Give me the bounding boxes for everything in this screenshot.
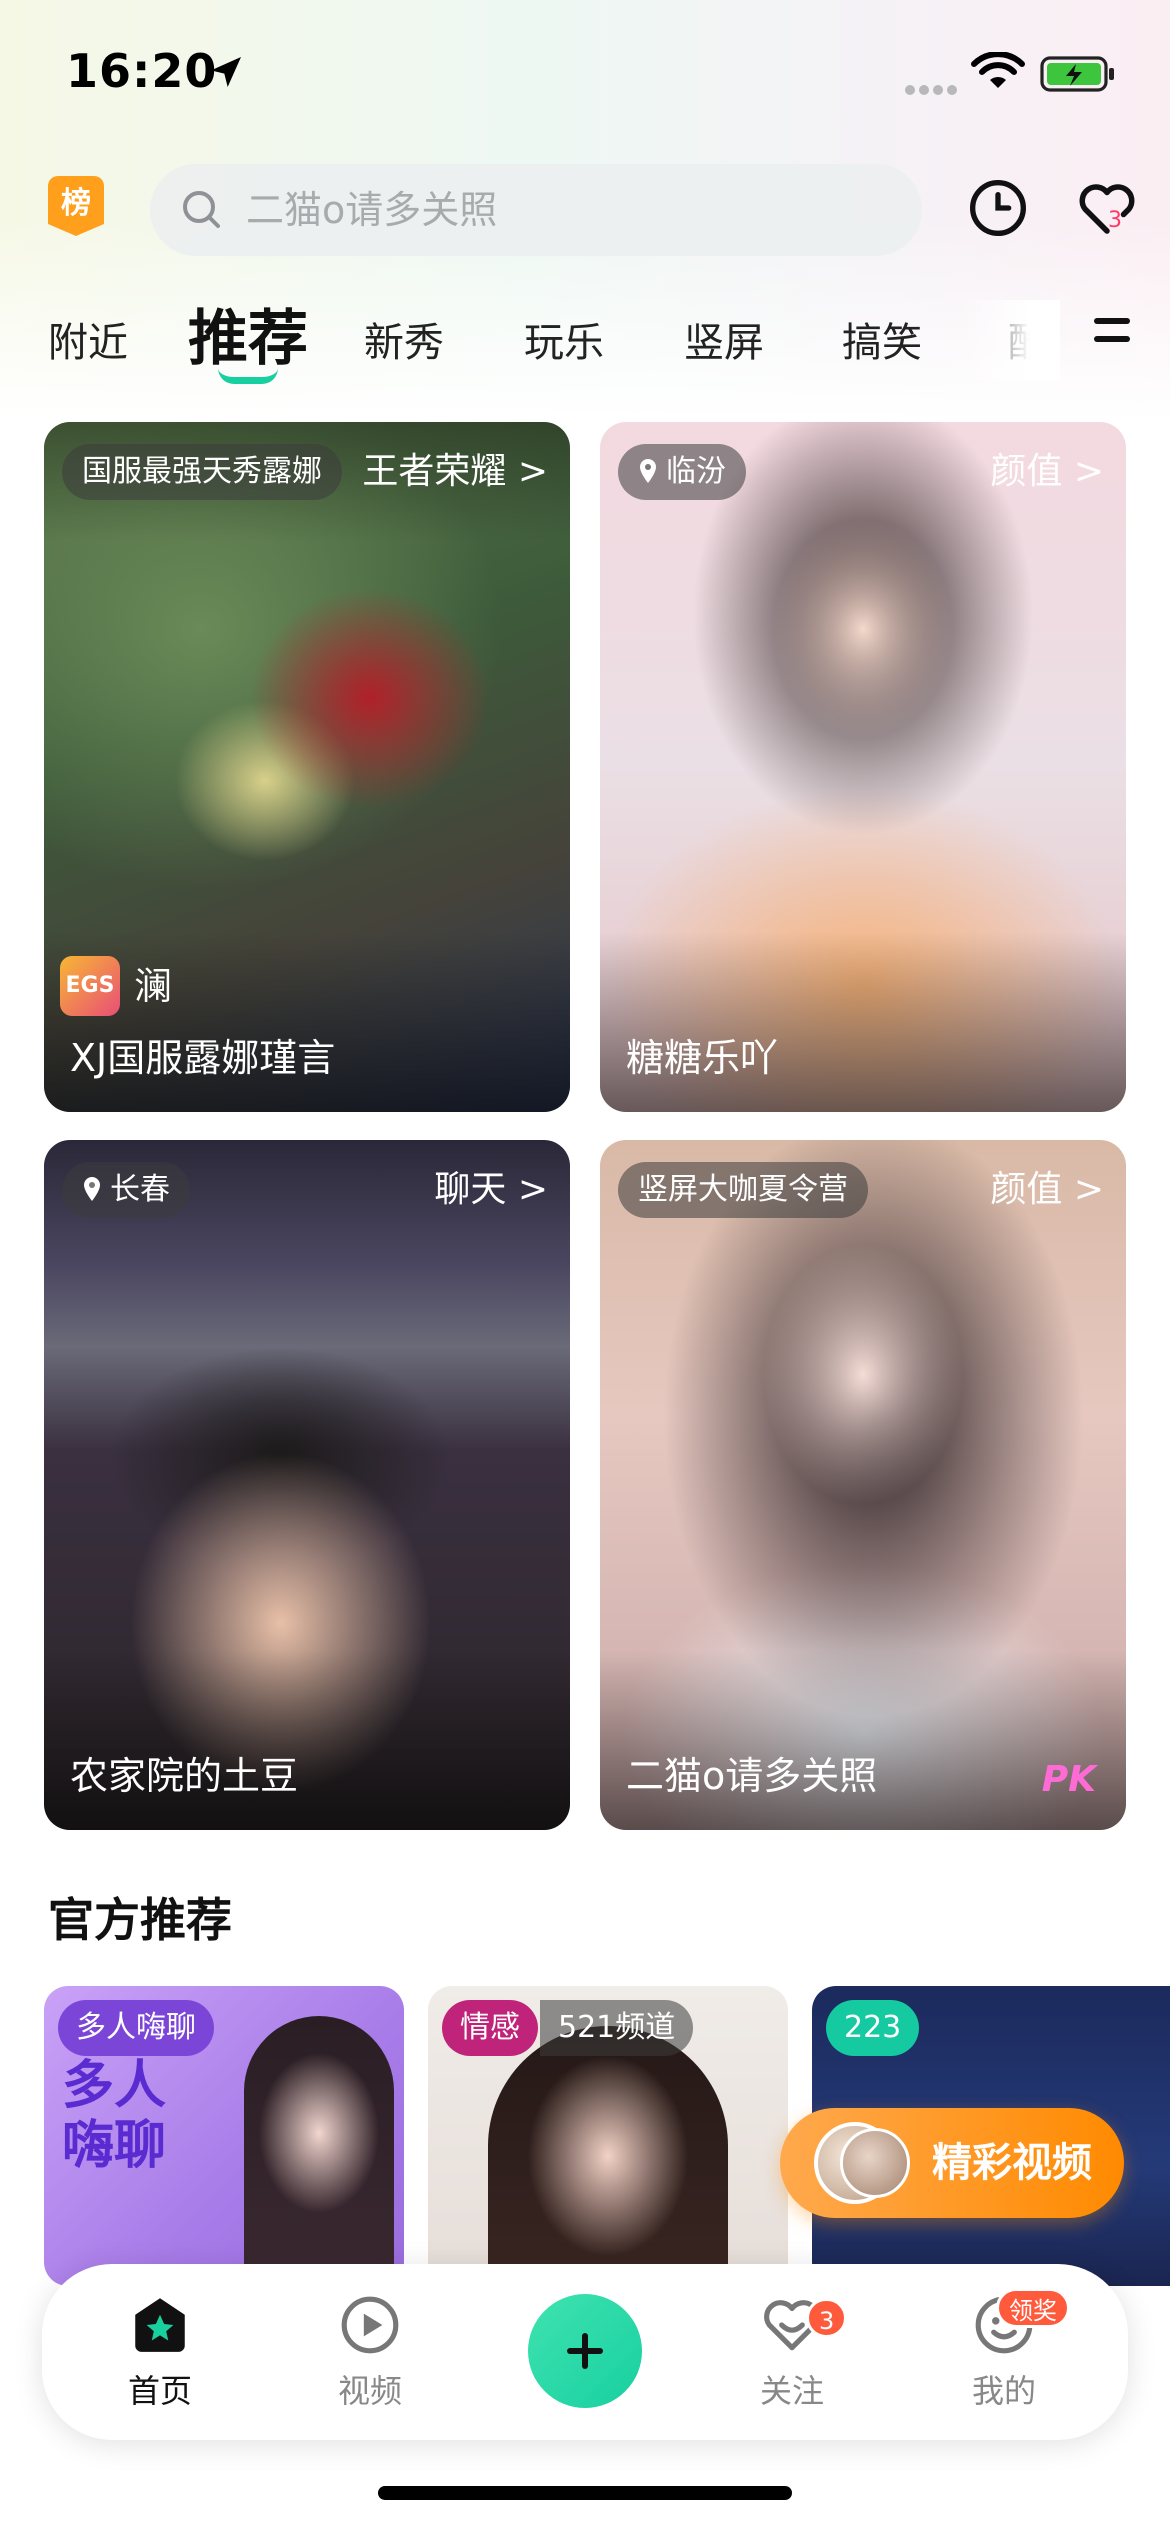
streamer-name: 农家院的土豆 bbox=[70, 1754, 299, 1798]
streamer-name: XJ国服露娜瑾言 bbox=[70, 1036, 336, 1080]
play-icon bbox=[341, 2296, 399, 2354]
battery-icon bbox=[1040, 56, 1114, 92]
featured-video-label: 精彩视频 bbox=[932, 2140, 1092, 2186]
location-pin-icon bbox=[640, 459, 656, 483]
streamer-name: 糖糖乐吖 bbox=[626, 1036, 779, 1080]
ranking-badge[interactable]: 榜 bbox=[48, 176, 104, 236]
status-bar: 16:20 bbox=[0, 0, 1170, 140]
official-card-image bbox=[488, 2026, 728, 2286]
live-category-label: 颜值 bbox=[990, 1169, 1063, 1210]
live-category[interactable]: 颜值 > bbox=[990, 1162, 1104, 1218]
streamer-name: 二猫o请多关照 bbox=[626, 1754, 878, 1798]
live-sub-text: 澜 bbox=[134, 964, 173, 1008]
nav-follow[interactable]: 关注 3 bbox=[722, 2292, 862, 2412]
tab-new-stars[interactable]: 新秀 bbox=[364, 310, 444, 368]
section-title: 官方推荐 bbox=[48, 1893, 232, 1947]
live-card[interactable]: 竖屏大咖夏令营 颜值 > 二猫o请多关照 PK bbox=[600, 1140, 1126, 1830]
nav-label: 视频 bbox=[337, 2372, 402, 2410]
official-card-art-text: 多人嗨聊 bbox=[62, 2056, 167, 2176]
search-placeholder: 二猫o请多关照 bbox=[246, 188, 498, 232]
favorites-count: 3 bbox=[1108, 208, 1122, 233]
live-category[interactable]: 聊天 > bbox=[434, 1162, 548, 1218]
card-shade bbox=[600, 932, 1126, 1112]
cellular-signal-icon bbox=[905, 80, 965, 95]
card-shade bbox=[600, 1650, 1126, 1830]
chevron-right-icon: > bbox=[517, 1169, 548, 1210]
tab-entertainment[interactable]: 玩乐 bbox=[524, 310, 604, 368]
avatar bbox=[840, 2128, 910, 2198]
favorites-heart-icon[interactable] bbox=[1072, 176, 1142, 242]
tab-recommended[interactable]: 推荐 bbox=[188, 290, 308, 377]
official-tag: 多人嗨聊 bbox=[58, 2000, 214, 2056]
create-button[interactable] bbox=[528, 2294, 642, 2408]
reward-badge: 领奖 bbox=[996, 2288, 1070, 2328]
live-sub-info: EGS 澜 bbox=[60, 956, 172, 1016]
live-category[interactable]: 颜值 > bbox=[990, 444, 1104, 500]
live-card[interactable]: 国服最强天秀露娜 王者荣耀 > EGS 澜 XJ国服露娜瑾言 bbox=[44, 422, 570, 1112]
tab-vertical[interactable]: 竖屏 bbox=[684, 310, 764, 368]
bottom-nav: 首页 视频 关注 3 我的 领奖 bbox=[42, 2264, 1128, 2440]
card-shade bbox=[44, 1650, 570, 1830]
live-tag: 国服最强天秀露娜 bbox=[62, 444, 342, 500]
location-pin-icon bbox=[84, 1177, 100, 1201]
official-card[interactable]: 多人嗨聊 多人嗨聊 bbox=[44, 1986, 404, 2286]
category-tabs: 附近 推荐 新秀 玩乐 竖屏 搞笑 酷 bbox=[0, 290, 1170, 390]
follow-badge: 3 bbox=[806, 2298, 848, 2338]
nav-video[interactable]: 视频 bbox=[300, 2292, 440, 2412]
home-indicator bbox=[378, 2486, 792, 2500]
location-name: 临汾 bbox=[666, 454, 726, 489]
wifi-icon bbox=[971, 52, 1025, 88]
search-bar[interactable]: 二猫o请多关照 bbox=[150, 164, 922, 256]
tab-nearby[interactable]: 附近 bbox=[48, 310, 128, 368]
live-category-label: 颜值 bbox=[990, 451, 1063, 492]
chevron-right-icon: > bbox=[517, 451, 548, 492]
location-tag: 临汾 bbox=[618, 444, 746, 500]
tab-fade bbox=[960, 300, 1060, 380]
chevron-right-icon: > bbox=[1073, 1169, 1104, 1210]
live-tag: 竖屏大咖夏令营 bbox=[618, 1162, 868, 1218]
official-card[interactable]: 情感 521频道 bbox=[428, 1986, 788, 2286]
nav-label: 关注 bbox=[759, 2372, 824, 2410]
location-tag: 长春 bbox=[62, 1162, 190, 1218]
location-arrow-icon bbox=[211, 57, 241, 87]
live-category-label: 王者荣耀 bbox=[362, 451, 507, 492]
active-tab-indicator bbox=[218, 368, 278, 384]
official-tag: 情感 bbox=[442, 2000, 538, 2056]
official-channel-tag: 521频道 bbox=[540, 2000, 694, 2056]
official-tag: 223 bbox=[826, 2000, 920, 2056]
tab-menu-icon[interactable] bbox=[1094, 318, 1130, 348]
featured-video-button[interactable]: 精彩视频 bbox=[780, 2108, 1124, 2218]
pk-badge: PK bbox=[1041, 1759, 1096, 1800]
live-category-label: 聊天 bbox=[434, 1169, 507, 1210]
history-clock-icon[interactable] bbox=[966, 176, 1030, 240]
nav-home[interactable]: 首页 bbox=[90, 2292, 230, 2412]
nav-profile[interactable]: 我的 领奖 bbox=[934, 2288, 1074, 2412]
tab-funny[interactable]: 搞笑 bbox=[842, 310, 922, 368]
search-icon bbox=[183, 191, 220, 228]
location-name: 长春 bbox=[110, 1172, 170, 1207]
live-card[interactable]: 长春 聊天 > 农家院的土豆 bbox=[44, 1140, 570, 1830]
live-category[interactable]: 王者荣耀 > bbox=[362, 444, 548, 500]
official-card-image bbox=[244, 2016, 394, 2276]
home-icon bbox=[135, 2298, 185, 2352]
nav-label: 我的 bbox=[971, 2372, 1036, 2410]
status-time: 16:20 bbox=[66, 44, 218, 98]
team-logo-icon: EGS bbox=[60, 956, 120, 1016]
nav-label: 首页 bbox=[127, 2372, 192, 2410]
chevron-right-icon: > bbox=[1073, 451, 1104, 492]
live-card[interactable]: 临汾 颜值 > 糖糖乐吖 bbox=[600, 422, 1126, 1112]
